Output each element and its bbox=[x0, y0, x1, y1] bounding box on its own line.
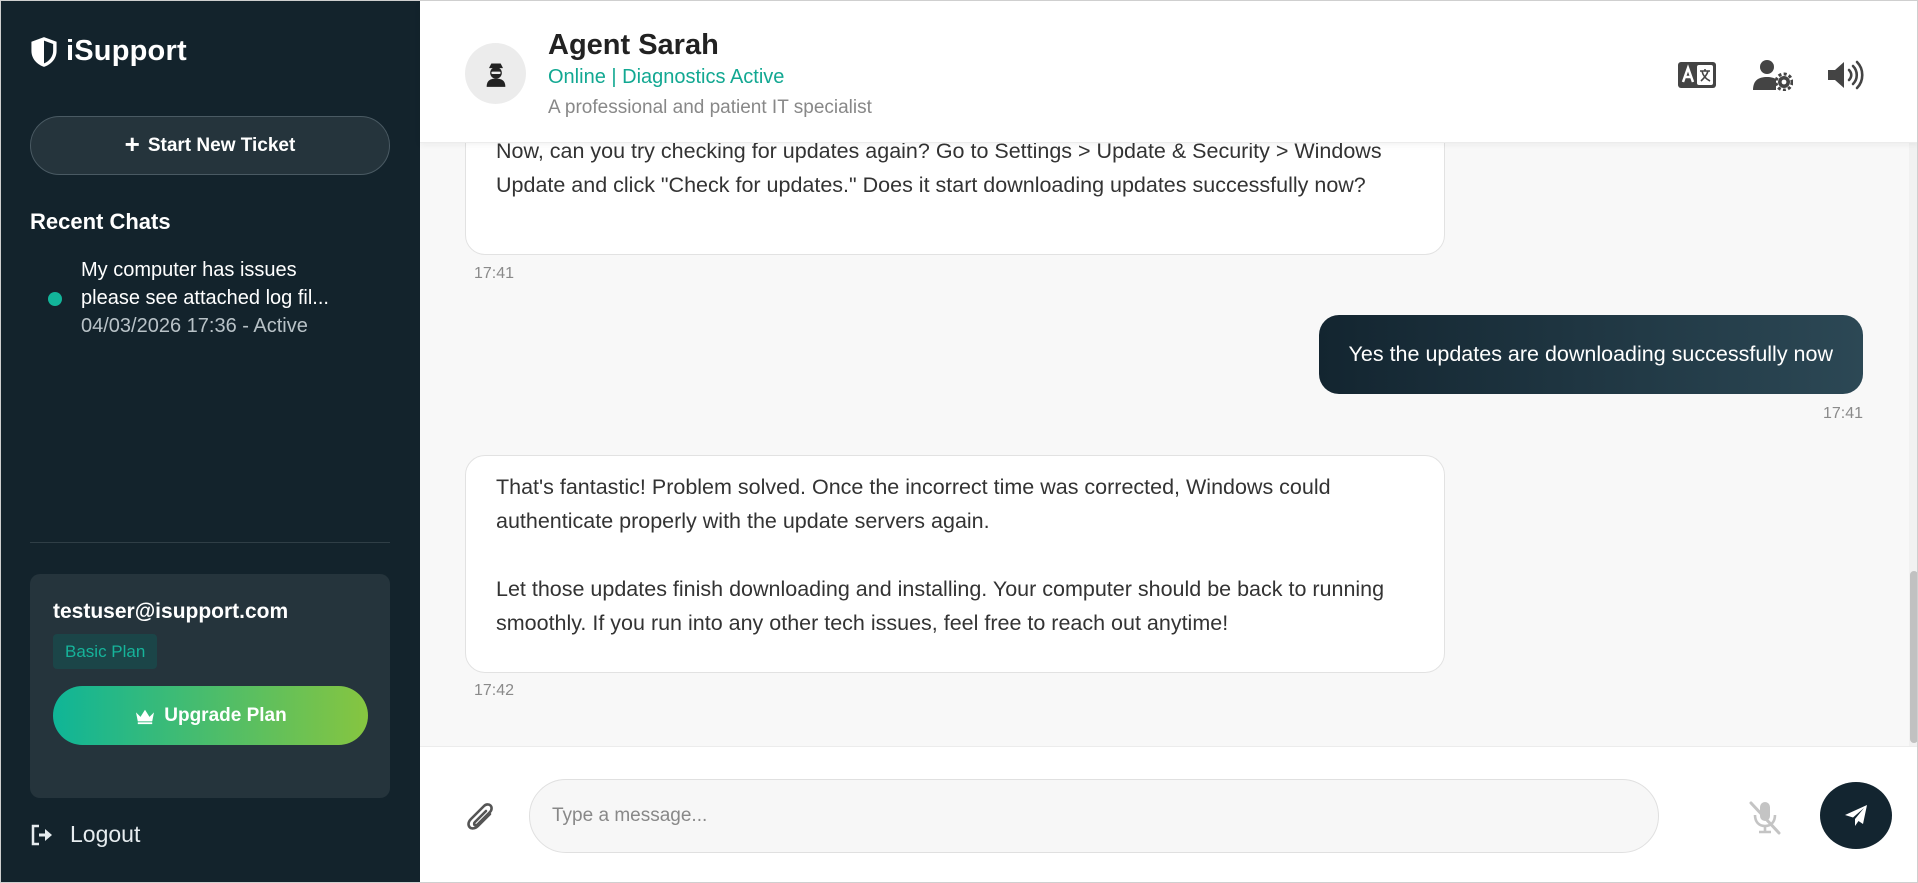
agent-status: Online | Diagnostics Active bbox=[548, 66, 785, 88]
message-input[interactable] bbox=[529, 779, 1659, 853]
brand-name: iSupport bbox=[66, 35, 187, 67]
message-list: Now, can you try checking for updates ag… bbox=[420, 143, 1917, 746]
recent-chats-title: Recent Chats bbox=[30, 209, 171, 234]
sidebar-divider bbox=[30, 542, 390, 543]
recent-chat-meta: 04/03/2026 17:36 - Active bbox=[81, 315, 308, 337]
chat-main: Agent Sarah Online | Diagnostics Active … bbox=[420, 1, 1917, 882]
message-timestamp: 17:41 bbox=[474, 265, 515, 282]
agent-description: A professional and patient IT specialist bbox=[548, 97, 872, 118]
agent-name: Agent Sarah bbox=[548, 29, 719, 61]
scrollbar-thumb[interactable] bbox=[1910, 571, 1917, 743]
translate-button[interactable] bbox=[1677, 55, 1717, 95]
sidebar: iSupport + Start New Ticket Recent Chats… bbox=[1, 1, 420, 882]
attach-button[interactable] bbox=[462, 799, 498, 835]
start-new-ticket-label: Start New Ticket bbox=[147, 134, 296, 156]
send-button[interactable] bbox=[1820, 782, 1892, 849]
brand: iSupport bbox=[30, 35, 187, 68]
user-secret-icon bbox=[486, 63, 505, 87]
account-card: testuser@isupport.com Basic Plan Upgrade… bbox=[30, 574, 390, 798]
message-composer bbox=[420, 746, 1917, 882]
logout-icon bbox=[31, 824, 52, 845]
agent-avatar bbox=[465, 43, 526, 104]
plus-icon: + bbox=[124, 129, 140, 159]
volume-icon bbox=[1828, 60, 1864, 90]
recent-chat-title-line1: My computer has issues bbox=[81, 259, 297, 281]
microphone-slash-icon bbox=[1749, 801, 1781, 835]
upgrade-plan-button[interactable]: Upgrade Plan bbox=[53, 686, 368, 745]
active-status-dot bbox=[48, 292, 62, 306]
logout-button[interactable]: Logout bbox=[30, 821, 140, 848]
message-paragraph: That's fantastic! Problem solved. Once t… bbox=[496, 475, 1331, 533]
paperclip-icon bbox=[467, 803, 493, 830]
crown-icon bbox=[136, 709, 155, 724]
translate-icon bbox=[1678, 62, 1716, 88]
agent-message: Now, can you try checking for updates ag… bbox=[465, 143, 1445, 255]
shield-icon bbox=[31, 36, 57, 67]
start-new-ticket-button[interactable]: + Start New Ticket bbox=[30, 116, 390, 175]
volume-button[interactable] bbox=[1825, 55, 1865, 95]
agent-message: That's fantastic! Problem solved. Once t… bbox=[465, 455, 1445, 673]
app-window: iSupport + Start New Ticket Recent Chats… bbox=[0, 0, 1918, 883]
recent-chat-text: My computer has issues please see attach… bbox=[81, 256, 381, 340]
logout-label: Logout bbox=[70, 821, 141, 847]
message-timestamp: 17:41 bbox=[1822, 405, 1863, 422]
mic-button[interactable] bbox=[1745, 797, 1785, 837]
message-timestamp: 17:42 bbox=[474, 682, 515, 699]
chat-header: Agent Sarah Online | Diagnostics Active … bbox=[420, 1, 1917, 143]
plan-badge: Basic Plan bbox=[53, 634, 158, 669]
message-text: Now, can you try checking for updates ag… bbox=[496, 143, 1382, 197]
message-text: Yes the updates are downloading successf… bbox=[1348, 342, 1833, 366]
user-settings-icon bbox=[1753, 60, 1793, 91]
user-message: Yes the updates are downloading successf… bbox=[1318, 315, 1863, 394]
recent-chat-title-line2: please see attached log fil... bbox=[81, 287, 329, 309]
account-email: testuser@isupport.com bbox=[53, 600, 289, 623]
paper-plane-icon bbox=[1845, 804, 1867, 826]
upgrade-plan-label: Upgrade Plan bbox=[164, 704, 287, 726]
message-paragraph: Let those updates finish downloading and… bbox=[496, 577, 1385, 635]
user-settings-button[interactable] bbox=[1751, 55, 1795, 95]
